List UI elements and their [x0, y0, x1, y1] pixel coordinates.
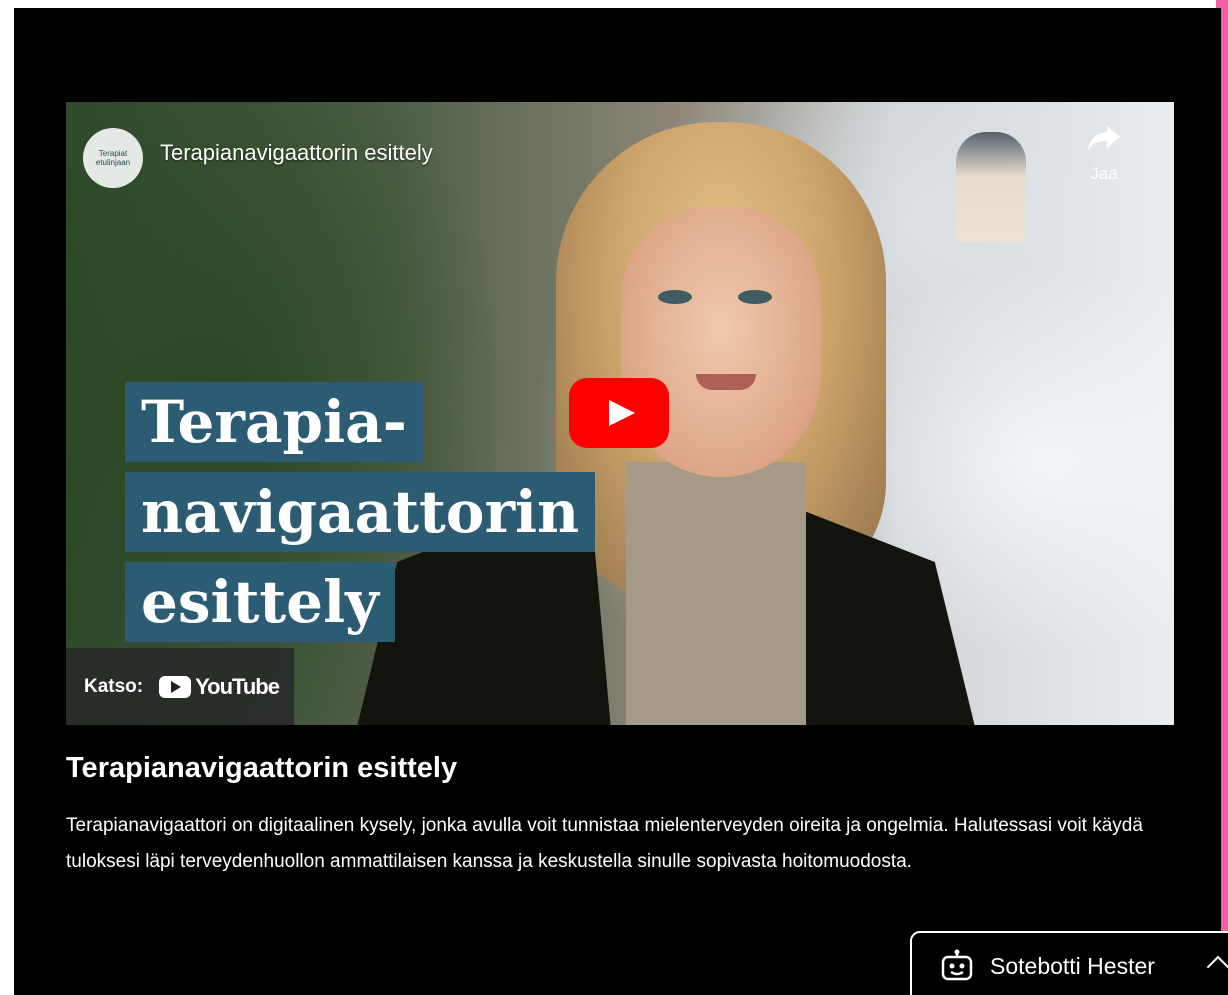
- thumbnail-building: [956, 132, 1026, 242]
- thumbnail-eye: [738, 290, 772, 304]
- share-button[interactable]: Jaa: [1078, 124, 1130, 194]
- video-title-link[interactable]: Terapianavigaattorin esittely: [160, 140, 433, 166]
- thumbnail-eye: [658, 290, 692, 304]
- video-player[interactable]: Terapiat etulinjaan Terapianavigaattorin…: [66, 102, 1174, 725]
- section-title: Terapianavigaattorin esittely: [66, 752, 458, 784]
- thumbnail-title-line: esittely: [125, 562, 395, 642]
- channel-avatar[interactable]: Terapiat etulinjaan: [83, 128, 143, 188]
- share-label: Jaa: [1090, 164, 1118, 183]
- channel-avatar-text: Terapiat etulinjaan: [95, 149, 131, 167]
- watch-on-label: Katso:: [84, 675, 144, 697]
- share-icon: [1088, 126, 1120, 151]
- chatbot-label: Sotebotti Hester: [990, 952, 1155, 979]
- watch-on-youtube-button[interactable]: Katso: YouTube: [66, 648, 294, 725]
- thumbnail-person-sweater: [626, 462, 806, 725]
- chatbot-button[interactable]: Sotebotti Hester: [910, 931, 1228, 995]
- thumbnail-title-line: Terapia-: [125, 382, 423, 462]
- play-button[interactable]: [569, 378, 669, 448]
- robot-icon: [941, 949, 973, 981]
- section-description: Terapianavigaattori on digitaalinen kyse…: [66, 815, 1143, 872]
- youtube-icon: [159, 675, 192, 698]
- youtube-wordmark: YouTube: [195, 673, 280, 699]
- thumbnail-mouth: [696, 374, 756, 390]
- chevron-up-icon: [1206, 955, 1228, 979]
- thumbnail-title-line: navigaattorin: [125, 472, 596, 552]
